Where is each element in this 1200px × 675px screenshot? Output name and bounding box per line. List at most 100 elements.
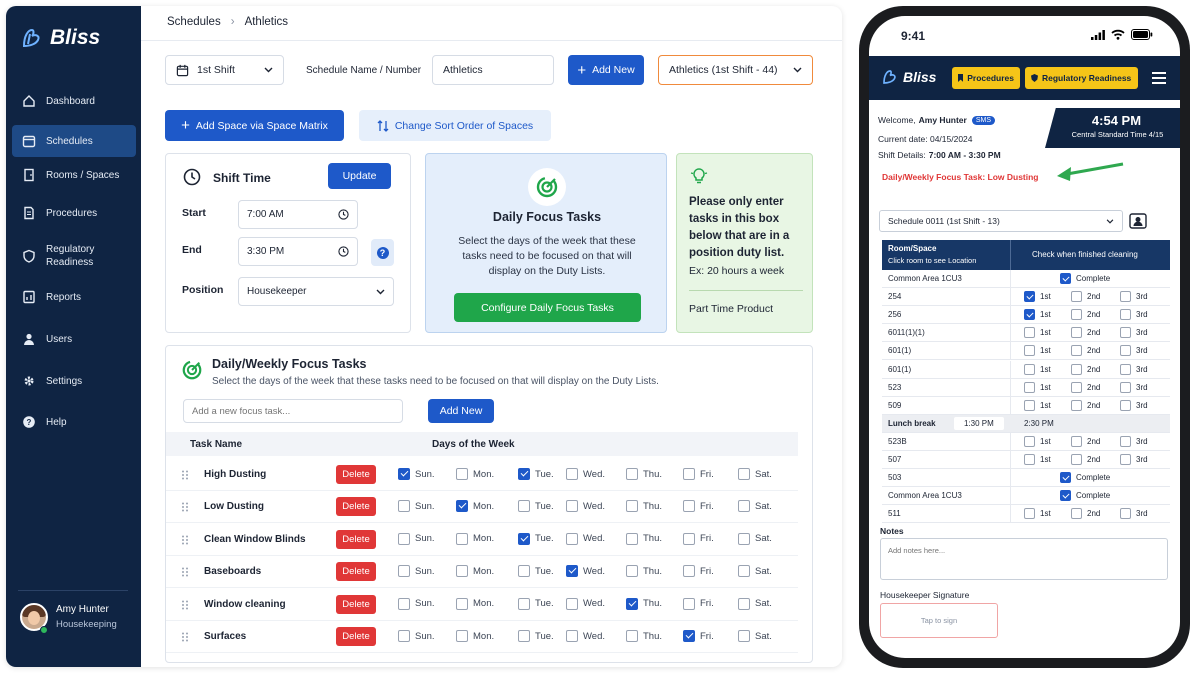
day-checkbox-sun[interactable]: Sun. xyxy=(398,468,435,480)
room-row[interactable]: 503 Complete xyxy=(882,469,1170,488)
room-name[interactable]: Common Area 1CU3 xyxy=(888,491,962,500)
checkbox[interactable] xyxy=(1071,399,1082,411)
delete-task-button[interactable]: Delete xyxy=(336,465,376,484)
checkbox[interactable] xyxy=(398,532,410,545)
room-name[interactable]: 523B xyxy=(888,437,907,446)
day-checkbox-fri[interactable]: Fri. xyxy=(683,565,714,578)
checkbox[interactable] xyxy=(683,597,695,610)
sidebar-item-procedures[interactable]: Procedures xyxy=(12,202,136,224)
notes-textarea[interactable] xyxy=(880,538,1168,580)
shift-checkbox[interactable]: 2nd xyxy=(1071,435,1100,447)
configure-daily-focus-button[interactable]: Configure Daily Focus Tasks xyxy=(454,293,641,322)
change-sort-order-button[interactable]: Change Sort Order of Spaces xyxy=(359,110,551,141)
day-checkbox-mon[interactable]: Mon. xyxy=(456,500,494,513)
day-checkbox-mon[interactable]: Mon. xyxy=(456,468,494,480)
sidebar-item-help[interactable]: ? Help xyxy=(12,411,136,433)
sms-badge[interactable]: SMS xyxy=(971,115,995,125)
room-row[interactable]: 6011(1)(1) 1st 2nd 3rd xyxy=(882,324,1170,343)
checkbox[interactable] xyxy=(1120,435,1131,447)
checkbox[interactable] xyxy=(626,630,638,642)
room-name[interactable]: 601(1) xyxy=(888,346,911,355)
shift-checkbox[interactable]: 3rd xyxy=(1120,399,1148,411)
new-focus-task-input[interactable] xyxy=(183,399,403,423)
room-row[interactable]: 507 1st 2nd 3rd xyxy=(882,451,1170,469)
checkbox[interactable] xyxy=(1024,508,1035,520)
room-row[interactable]: 254 1st 2nd 3rd xyxy=(882,288,1170,307)
checkbox[interactable] xyxy=(738,500,750,513)
shift-checkbox[interactable]: 2nd xyxy=(1071,291,1100,303)
complete-checkbox[interactable]: Complete xyxy=(1060,273,1110,284)
checkbox[interactable] xyxy=(1120,291,1131,303)
checkbox[interactable] xyxy=(456,500,468,513)
day-checkbox-thu[interactable]: Thu. xyxy=(626,630,662,642)
sidebar-item-dashboard[interactable]: Dashboard xyxy=(12,90,136,112)
day-checkbox-sun[interactable]: Sun. xyxy=(398,500,435,513)
shift-checkbox[interactable]: 3rd xyxy=(1120,454,1148,465)
checkbox[interactable] xyxy=(1071,508,1082,520)
room-row[interactable]: Lunch break 1:30 PM 2:30 PM xyxy=(882,414,1170,433)
drag-handle-icon[interactable] xyxy=(181,535,189,545)
logo[interactable]: Bliss xyxy=(20,26,100,50)
checkbox[interactable] xyxy=(1024,345,1035,357)
checkbox[interactable] xyxy=(518,500,530,513)
checkbox[interactable] xyxy=(683,468,695,480)
day-checkbox-sun[interactable]: Sun. xyxy=(398,630,435,642)
drag-handle-icon[interactable] xyxy=(181,600,189,610)
day-checkbox-sat[interactable]: Sat. xyxy=(738,597,772,610)
shift-checkbox[interactable]: 3rd xyxy=(1120,508,1148,520)
room-name[interactable]: 507 xyxy=(888,455,901,464)
shift-checkbox[interactable]: 2nd xyxy=(1071,381,1100,393)
checkbox[interactable] xyxy=(1071,363,1082,375)
room-name[interactable]: 6011(1)(1) xyxy=(888,328,925,337)
checkbox[interactable] xyxy=(1024,363,1035,375)
shift-checkbox[interactable]: 3rd xyxy=(1120,291,1148,303)
shift-checkbox[interactable]: 2nd xyxy=(1071,309,1100,321)
shift-checkbox[interactable]: 1st xyxy=(1024,435,1051,447)
checkbox[interactable] xyxy=(1071,327,1082,339)
checkbox[interactable] xyxy=(518,532,530,545)
room-row[interactable]: Common Area 1CU3 Complete xyxy=(882,270,1170,288)
delete-task-button[interactable]: Delete xyxy=(336,627,376,646)
checkbox[interactable] xyxy=(738,630,750,642)
checkbox[interactable] xyxy=(518,565,530,578)
room-name[interactable]: 523 xyxy=(888,383,901,392)
checkbox[interactable] xyxy=(1071,345,1082,357)
contact-card-icon[interactable] xyxy=(1129,212,1147,230)
room-row[interactable]: 523B 1st 2nd 3rd xyxy=(882,432,1170,451)
day-checkbox-sun[interactable]: Sun. xyxy=(398,565,435,578)
shift-checkbox[interactable]: 1st xyxy=(1024,399,1051,411)
day-checkbox-tue[interactable]: Tue. xyxy=(518,532,554,545)
start-time-input[interactable]: 7:00 AM xyxy=(238,200,358,229)
checkbox[interactable] xyxy=(566,630,578,642)
checkbox[interactable] xyxy=(1120,399,1131,411)
checkbox[interactable] xyxy=(1120,363,1131,375)
checkbox[interactable] xyxy=(1024,327,1035,339)
checkbox[interactable] xyxy=(1071,309,1082,321)
sidebar-item-users[interactable]: Users xyxy=(12,328,136,350)
shift-checkbox[interactable]: 3rd xyxy=(1120,327,1148,339)
room-row[interactable]: 511 1st 2nd 3rd xyxy=(882,505,1170,524)
checkbox[interactable] xyxy=(683,500,695,513)
day-checkbox-thu[interactable]: Thu. xyxy=(626,597,662,610)
day-checkbox-tue[interactable]: Tue. xyxy=(518,597,554,610)
signature-pad[interactable]: Tap to sign xyxy=(880,603,998,638)
checkbox[interactable] xyxy=(626,565,638,578)
update-button[interactable]: Update xyxy=(328,163,391,189)
regulatory-readiness-button[interactable]: Regulatory Readiness xyxy=(1025,67,1138,89)
complete-checkbox[interactable]: Complete xyxy=(1060,490,1110,502)
shift-checkbox[interactable]: 2nd xyxy=(1071,454,1100,465)
day-checkbox-fri[interactable]: Fri. xyxy=(683,532,714,545)
checkbox[interactable] xyxy=(738,565,750,578)
shift-checkbox[interactable]: 3rd xyxy=(1120,435,1148,447)
shift-checkbox[interactable]: 2nd xyxy=(1071,399,1100,411)
day-checkbox-wed[interactable]: Wed. xyxy=(566,597,605,610)
phone-logo[interactable]: Bliss xyxy=(881,68,936,86)
checkbox[interactable] xyxy=(566,468,578,480)
add-new-schedule-button[interactable]: + Add New xyxy=(568,55,644,85)
room-row[interactable]: 256 1st 2nd 3rd xyxy=(882,306,1170,325)
menu-icon[interactable] xyxy=(1152,72,1166,84)
room-name[interactable]: 601(1) xyxy=(888,365,911,374)
room-name[interactable]: 511 xyxy=(888,509,901,518)
room-name[interactable]: Common Area 1CU3 xyxy=(888,274,962,283)
schedule-select[interactable]: Athletics (1st Shift - 44) xyxy=(658,55,813,85)
